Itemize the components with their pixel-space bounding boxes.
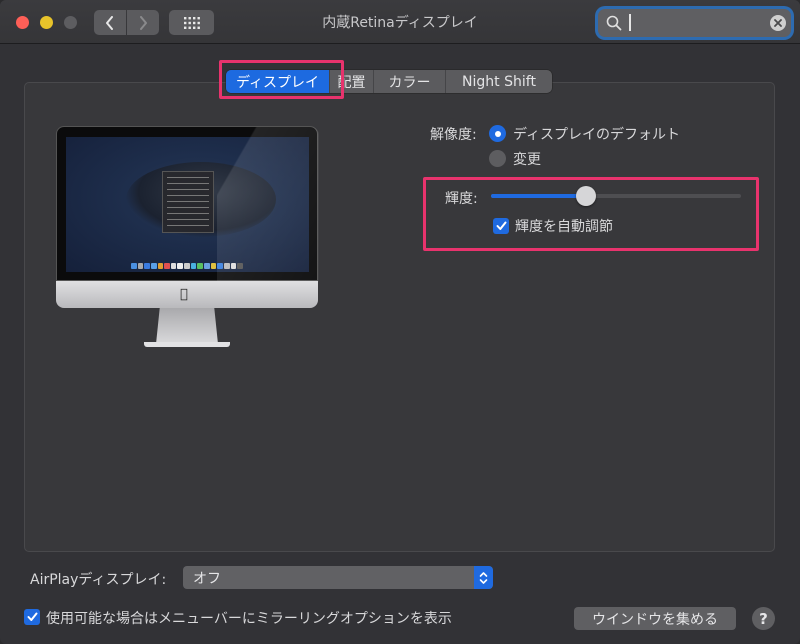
checkmark-icon — [27, 612, 37, 621]
window-title: 内蔵Retinaディスプレイ — [322, 15, 478, 31]
help-button[interactable]: ? — [752, 607, 775, 630]
resolution-default-radio[interactable] — [489, 125, 506, 142]
screen-glare — [217, 127, 319, 282]
chevron-left-icon — [106, 15, 113, 30]
airplay-display-value: オフ — [193, 571, 221, 587]
resolution-label: 解像度: — [430, 127, 477, 143]
imac-bezel — [56, 126, 319, 282]
back-button[interactable] — [94, 10, 126, 35]
mirroring-option-checkbox[interactable] — [24, 609, 40, 625]
apple-logo-icon:  — [180, 287, 188, 302]
highlight-box-brightness — [423, 177, 759, 251]
forward-button[interactable] — [127, 10, 159, 35]
airplay-display-label: AirPlayディスプレイ: — [30, 572, 167, 588]
title-bar: 内蔵Retinaディスプレイ — [0, 0, 800, 44]
display-preferences-window: 内蔵Retinaディスプレイ ディスプレイ 配置 カラー Night Shift — [0, 0, 800, 644]
airplay-display-popup[interactable]: オフ — [183, 566, 493, 589]
imac-illustration:  — [56, 126, 319, 356]
grid-icon — [183, 16, 200, 29]
resolution-scaled-label[interactable]: 変更 — [513, 149, 541, 169]
mirroring-option-label[interactable]: 使用可能な場合はメニューバーにミラーリングオプションを表示 — [46, 608, 452, 628]
close-window-button[interactable] — [16, 16, 29, 29]
popup-arrows-icon — [474, 566, 493, 589]
magnifier-icon — [606, 15, 622, 31]
zoom-window-button[interactable] — [64, 16, 77, 29]
resolution-default-label[interactable]: ディスプレイのデフォルト — [513, 124, 680, 144]
minimize-window-button[interactable] — [40, 16, 53, 29]
imac-stand — [156, 308, 218, 344]
gather-windows-button[interactable]: ウインドウを集める — [574, 607, 736, 630]
imac-foot — [144, 342, 230, 347]
clear-circle-icon — [774, 19, 782, 27]
tab-night-shift[interactable]: Night Shift — [446, 70, 552, 93]
resolution-scaled-radio[interactable] — [489, 150, 506, 167]
chevron-right-icon — [140, 15, 147, 30]
tab-color[interactable]: カラー — [374, 70, 446, 93]
document-window-thumbnail — [162, 171, 214, 233]
show-all-button[interactable] — [169, 10, 214, 35]
text-cursor — [629, 14, 631, 31]
highlight-box-tab — [219, 60, 344, 99]
search-field[interactable] — [598, 9, 791, 37]
clear-search-button[interactable] — [770, 15, 786, 31]
